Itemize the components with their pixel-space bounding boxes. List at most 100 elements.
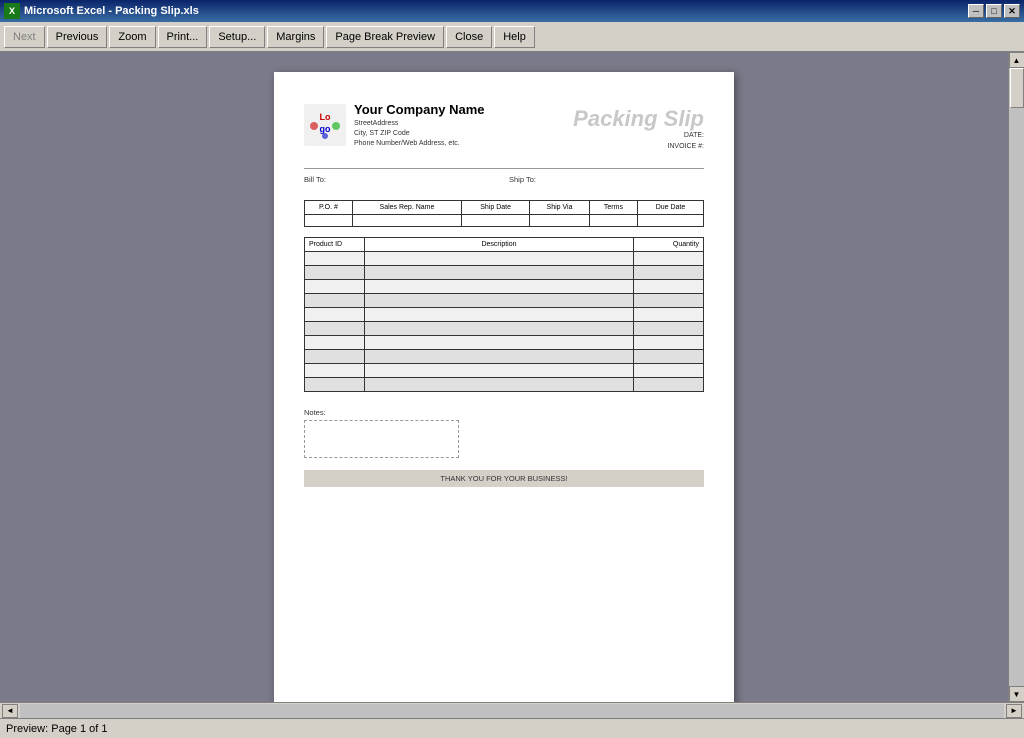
product-desc-cell (365, 266, 634, 280)
product-qty-cell (634, 294, 704, 308)
print-button[interactable]: Print... (158, 26, 208, 48)
scroll-right-arrow[interactable]: ► (1006, 704, 1022, 718)
product-desc-cell (365, 336, 634, 350)
product-id-cell (305, 378, 365, 392)
company-address: StreetAddress (354, 119, 485, 129)
product-row (305, 266, 704, 280)
product-id-cell (305, 364, 365, 378)
next-button[interactable]: Next (4, 26, 45, 48)
products-col-desc: Description (365, 238, 634, 252)
notes-section: Notes: (304, 408, 704, 458)
app-icon: X (4, 3, 20, 19)
product-row (305, 280, 704, 294)
product-id-cell (305, 280, 365, 294)
order-col-terms: Terms (589, 201, 637, 215)
horizontal-scrollbar[interactable]: ◄ ► (0, 702, 1024, 718)
company-name: Your Company Name (354, 102, 485, 117)
order-col-due-date: Due Date (637, 201, 703, 215)
close-button-toolbar[interactable]: Close (446, 26, 492, 48)
product-desc-cell (365, 280, 634, 294)
help-button[interactable]: Help (494, 26, 535, 48)
order-table-header-row: P.O. # Sales Rep. Name Ship Date Ship Vi… (305, 201, 704, 215)
product-desc-cell (365, 308, 634, 322)
h-scroll-track[interactable] (20, 704, 1004, 718)
maximize-button[interactable]: □ (986, 4, 1002, 18)
product-row (305, 322, 704, 336)
scroll-left-arrow[interactable]: ◄ (2, 704, 18, 718)
product-row (305, 252, 704, 266)
product-qty-cell (634, 252, 704, 266)
window-title: Microsoft Excel - Packing Slip.xls (24, 5, 968, 17)
order-col-po: P.O. # (305, 201, 353, 215)
products-table: Product ID Description Quantity (304, 237, 704, 392)
scroll-thumb[interactable] (1010, 68, 1024, 108)
product-qty-cell (634, 364, 704, 378)
logo-area: Lo go Your Company Name StreetAddress Ci… (304, 102, 573, 148)
scroll-track[interactable] (1009, 68, 1024, 686)
product-id-cell (305, 336, 365, 350)
header-divider (304, 168, 704, 169)
product-id-cell (305, 308, 365, 322)
ship-to: Ship To: (509, 175, 704, 184)
date-label: DATE: (684, 132, 704, 139)
company-logo: Lo go (304, 104, 346, 146)
order-cell-terms (589, 215, 637, 227)
setup-button[interactable]: Setup... (209, 26, 265, 48)
product-id-cell (305, 266, 365, 280)
title-bar: X Microsoft Excel - Packing Slip.xls ─ □… (0, 0, 1024, 22)
product-id-cell (305, 350, 365, 364)
scroll-up-arrow[interactable]: ▲ (1009, 52, 1024, 68)
product-desc-cell (365, 378, 634, 392)
products-header-row: Product ID Description Quantity (305, 238, 704, 252)
product-qty-cell (634, 308, 704, 322)
product-id-cell (305, 322, 365, 336)
order-table-row (305, 215, 704, 227)
product-row (305, 364, 704, 378)
product-id-cell (305, 294, 365, 308)
product-qty-cell (634, 336, 704, 350)
product-desc-cell (365, 322, 634, 336)
minimize-button[interactable]: ─ (968, 4, 984, 18)
status-text: Preview: Page 1 of 1 (6, 723, 108, 735)
product-row (305, 378, 704, 392)
bill-ship-section: Bill To: Ship To: (304, 175, 704, 184)
right-header: Packing Slip DATE: INVOICE #: (573, 102, 704, 158)
products-col-qty: Quantity (634, 238, 704, 252)
svg-text:Lo: Lo (320, 112, 331, 122)
product-row (305, 308, 704, 322)
order-cell-due-date (637, 215, 703, 227)
order-col-sales-rep: Sales Rep. Name (352, 201, 461, 215)
company-phone: Phone Number/Web Address, etc. (354, 139, 485, 149)
product-row (305, 294, 704, 308)
product-qty-cell (634, 350, 704, 364)
page-area: Lo go Your Company Name StreetAddress Ci… (0, 52, 1008, 702)
margins-button[interactable]: Margins (267, 26, 324, 48)
zoom-button[interactable]: Zoom (109, 26, 155, 48)
thank-you-bar: THANK YOU FOR YOUR BUSINESS! (304, 470, 704, 487)
product-id-cell (305, 252, 365, 266)
product-row (305, 336, 704, 350)
status-bar: Preview: Page 1 of 1 (0, 718, 1024, 738)
previous-button[interactable]: Previous (47, 26, 108, 48)
document-page: Lo go Your Company Name StreetAddress Ci… (274, 72, 734, 702)
product-qty-cell (634, 266, 704, 280)
company-info-block: Your Company Name StreetAddress City, ST… (354, 102, 485, 148)
order-cell-sales-rep (352, 215, 461, 227)
order-cell-ship-via (530, 215, 590, 227)
product-qty-cell (634, 280, 704, 294)
company-city: City, ST ZIP Code (354, 129, 485, 139)
page-break-preview-button[interactable]: Page Break Preview (326, 26, 444, 48)
bill-to: Bill To: (304, 175, 499, 184)
window-controls: ─ □ ✕ (968, 4, 1020, 18)
order-col-ship-date: Ship Date (462, 201, 530, 215)
vertical-scrollbar[interactable]: ▲ ▼ (1008, 52, 1024, 702)
product-desc-cell (365, 294, 634, 308)
toolbar: Next Previous Zoom Print... Setup... Mar… (0, 22, 1024, 52)
scroll-down-arrow[interactable]: ▼ (1009, 686, 1024, 702)
product-desc-cell (365, 350, 634, 364)
bill-to-label: Bill To: (304, 175, 326, 184)
packing-slip-title: Packing Slip (573, 106, 704, 132)
notes-box (304, 420, 459, 458)
product-desc-cell (365, 252, 634, 266)
close-button[interactable]: ✕ (1004, 4, 1020, 18)
